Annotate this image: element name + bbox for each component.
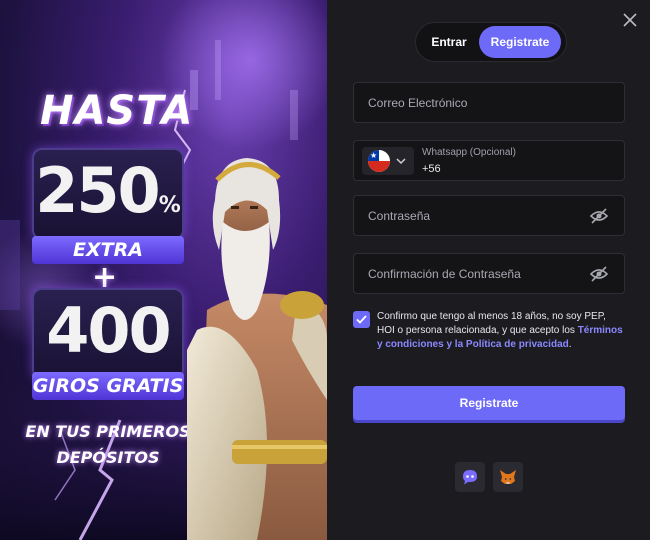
free-spins-banner: GIROS GRATIS (32, 372, 184, 400)
country-selector-button[interactable]: ★ (362, 147, 414, 175)
close-icon[interactable] (620, 10, 640, 30)
tab-registrate[interactable]: Registrate (479, 26, 561, 58)
promo-panel: HASTA 250% EXTRA + 400 GIROS GRATIS EN T… (0, 0, 327, 540)
zeus-character-illustration (187, 158, 327, 540)
email-field[interactable] (354, 83, 624, 122)
whatsapp-country-code[interactable]: +56 (422, 163, 441, 175)
bonus-percent-value: 250% (35, 154, 181, 227)
whatsapp-label: Whatsapp (Opcional) (422, 147, 516, 158)
register-form-panel: Entrar Registrate ★ Whatsapp (Opcional) … (327, 0, 650, 540)
social-login-metamask[interactable] (493, 462, 523, 492)
free-spins-value: 400 (46, 294, 171, 367)
whatsapp-field-wrapper: ★ Whatsapp (Opcional) +56 (353, 140, 625, 181)
email-field-wrapper (353, 82, 625, 123)
confirm-password-field-wrapper (353, 253, 625, 294)
promo-hasta-heading: HASTA (40, 88, 194, 134)
password-field[interactable] (354, 196, 624, 235)
password-field-wrapper (353, 195, 625, 236)
deposits-line-1: EN TUS PRIMEROS (25, 422, 191, 441)
auth-tabs: Entrar Registrate (415, 22, 567, 62)
eye-off-icon[interactable] (590, 266, 608, 282)
promo-text-group: HASTA 250% EXTRA + 400 GIROS GRATIS EN T… (0, 0, 210, 540)
consent-row: Confirmo que tengo al menos 18 años, no … (353, 310, 625, 352)
chat-bubble-icon (463, 470, 477, 485)
metamask-fox-icon (500, 470, 516, 484)
register-modal: HASTA 250% EXTRA + 400 GIROS GRATIS EN T… (0, 0, 650, 540)
bonus-percent-box: 250% (32, 148, 184, 240)
checkmark-icon (356, 315, 367, 324)
consent-period: . (568, 339, 572, 350)
consent-text: Confirmo que tengo al menos 18 años, no … (377, 310, 625, 352)
consent-statement: Confirmo que tengo al menos 18 años, no … (377, 311, 606, 336)
tab-entrar[interactable]: Entrar (419, 26, 479, 58)
chile-flag-icon: ★ (368, 150, 390, 172)
register-submit-button[interactable]: Registrate (353, 386, 625, 420)
deposits-line-2: DEPÓSITOS (56, 448, 160, 467)
free-spins-box: 400 (32, 288, 184, 380)
consent-checkbox[interactable] (353, 311, 370, 328)
confirm-password-field[interactable] (354, 254, 624, 293)
chevron-down-icon (396, 158, 406, 165)
social-login-chat[interactable] (455, 462, 485, 492)
eye-off-icon[interactable] (590, 208, 608, 224)
